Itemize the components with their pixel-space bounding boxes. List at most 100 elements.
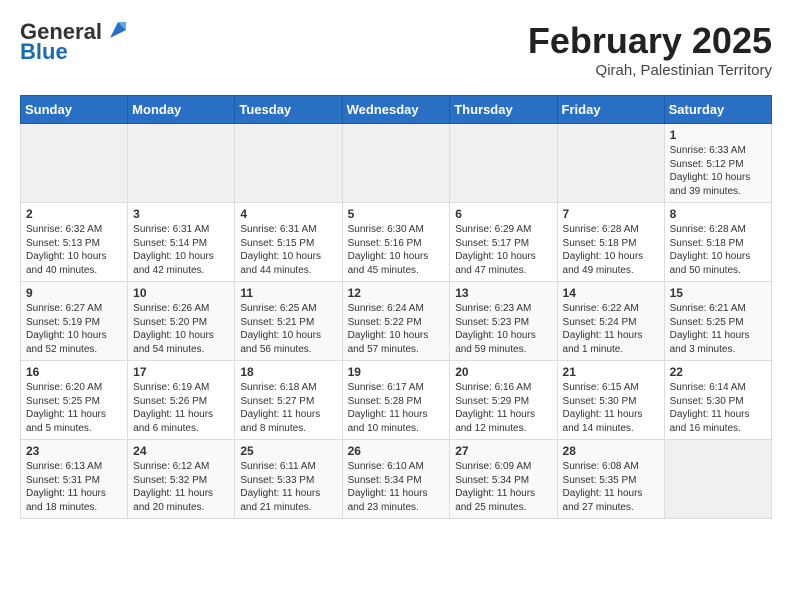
day-content: Sunrise: 6:24 AM Sunset: 5:22 PM Dayligh… xyxy=(348,302,445,356)
calendar-cell: 6Sunrise: 6:29 AM Sunset: 5:17 PM Daylig… xyxy=(450,203,557,282)
day-number: 23 xyxy=(26,444,122,458)
calendar-cell xyxy=(128,124,235,203)
day-content: Sunrise: 6:14 AM Sunset: 5:30 PM Dayligh… xyxy=(670,381,766,435)
day-number: 3 xyxy=(133,207,229,221)
day-content: Sunrise: 6:16 AM Sunset: 5:29 PM Dayligh… xyxy=(455,381,551,435)
day-content: Sunrise: 6:33 AM Sunset: 5:12 PM Dayligh… xyxy=(670,144,766,198)
weekday-header-wednesday: Wednesday xyxy=(342,96,450,124)
day-number: 28 xyxy=(563,444,659,458)
day-content: Sunrise: 6:31 AM Sunset: 5:14 PM Dayligh… xyxy=(133,223,229,277)
calendar-cell: 16Sunrise: 6:20 AM Sunset: 5:25 PM Dayli… xyxy=(21,361,128,440)
month-year-title: February 2025 xyxy=(528,20,772,62)
calendar-cell xyxy=(450,124,557,203)
day-number: 21 xyxy=(563,365,659,379)
day-number: 1 xyxy=(670,128,766,142)
calendar-week-row: 9 Sunrise: 6:27 AM Sunset: 5:19 PM Daylig… xyxy=(21,282,772,361)
day-number: 14 xyxy=(563,286,659,300)
day-number: 27 xyxy=(455,444,551,458)
calendar-cell: 25Sunrise: 6:11 AM Sunset: 5:33 PM Dayli… xyxy=(235,440,342,519)
day-content: Sunrise: 6:23 AM Sunset: 5:23 PM Dayligh… xyxy=(455,302,551,356)
calendar-week-row: 23 Sunrise: 6:13 AM Sunset: 5:31 PM Dayli… xyxy=(21,440,772,519)
day-content: Sunrise: 6:15 AM Sunset: 5:30 PM Dayligh… xyxy=(563,381,659,435)
calendar-cell xyxy=(664,440,771,519)
weekday-header-saturday: Saturday xyxy=(664,96,771,124)
day-content: Sunrise: 6:18 AM Sunset: 5:27 PM Dayligh… xyxy=(240,381,336,435)
day-content: Sunrise: 6:22 AM Sunset: 5:24 PM Dayligh… xyxy=(563,302,659,356)
calendar-cell xyxy=(557,124,664,203)
calendar-cell: 27 Sunrise: 6:09 AM Sunset: 5:34 PM Dayli… xyxy=(450,440,557,519)
day-number: 10 xyxy=(133,286,229,300)
weekday-header-thursday: Thursday xyxy=(450,96,557,124)
calendar-cell: 17Sunrise: 6:19 AM Sunset: 5:26 PM Dayli… xyxy=(128,361,235,440)
day-content: Sunrise: 6:12 AM Sunset: 5:32 PM Dayligh… xyxy=(133,460,229,514)
weekday-header-friday: Friday xyxy=(557,96,664,124)
calendar-cell: 20 Sunrise: 6:16 AM Sunset: 5:29 PM Dayli… xyxy=(450,361,557,440)
day-number: 8 xyxy=(670,207,766,221)
day-content: Sunrise: 6:31 AM Sunset: 5:15 PM Dayligh… xyxy=(240,223,336,277)
day-number: 4 xyxy=(240,207,336,221)
day-content: Sunrise: 6:17 AM Sunset: 5:28 PM Dayligh… xyxy=(348,381,445,435)
title-block: February 2025 Qirah, Palestinian Territo… xyxy=(528,20,772,79)
calendar-cell: 26 Sunrise: 6:10 AM Sunset: 5:34 PM Dayli… xyxy=(342,440,450,519)
day-content: Sunrise: 6:26 AM Sunset: 5:20 PM Dayligh… xyxy=(133,302,229,356)
calendar-cell: 21 Sunrise: 6:15 AM Sunset: 5:30 PM Dayli… xyxy=(557,361,664,440)
day-number: 5 xyxy=(348,207,445,221)
calendar-week-row: 1 Sunrise: 6:33 AM Sunset: 5:12 PM Daylig… xyxy=(21,124,772,203)
day-number: 19 xyxy=(348,365,445,379)
day-content: Sunrise: 6:13 AM Sunset: 5:31 PM Dayligh… xyxy=(26,460,122,514)
day-content: Sunrise: 6:28 AM Sunset: 5:18 PM Dayligh… xyxy=(670,223,766,277)
day-content: Sunrise: 6:10 AM Sunset: 5:34 PM Dayligh… xyxy=(348,460,445,514)
calendar-cell: 23 Sunrise: 6:13 AM Sunset: 5:31 PM Dayli… xyxy=(21,440,128,519)
day-content: Sunrise: 6:08 AM Sunset: 5:35 PM Dayligh… xyxy=(563,460,659,514)
calendar-cell: 11 Sunrise: 6:25 AM Sunset: 5:21 PM Dayli… xyxy=(235,282,342,361)
day-content: Sunrise: 6:28 AM Sunset: 5:18 PM Dayligh… xyxy=(563,223,659,277)
day-number: 11 xyxy=(240,286,336,300)
calendar-cell: 15 Sunrise: 6:21 AM Sunset: 5:25 PM Dayli… xyxy=(664,282,771,361)
day-number: 15 xyxy=(670,286,766,300)
calendar-cell xyxy=(235,124,342,203)
calendar-cell: 8 Sunrise: 6:28 AM Sunset: 5:18 PM Daylig… xyxy=(664,203,771,282)
day-number: 13 xyxy=(455,286,551,300)
calendar-week-row: 2 Sunrise: 6:32 AM Sunset: 5:13 PM Daylig… xyxy=(21,203,772,282)
calendar-cell: 3 Sunrise: 6:31 AM Sunset: 5:14 PM Daylig… xyxy=(128,203,235,282)
day-number: 9 xyxy=(26,286,122,300)
calendar-cell: 14 Sunrise: 6:22 AM Sunset: 5:24 PM Dayli… xyxy=(557,282,664,361)
day-number: 7 xyxy=(563,207,659,221)
logo-icon xyxy=(104,16,132,44)
day-content: Sunrise: 6:32 AM Sunset: 5:13 PM Dayligh… xyxy=(26,223,122,277)
calendar-cell: 10 Sunrise: 6:26 AM Sunset: 5:20 PM Dayli… xyxy=(128,282,235,361)
day-content: Sunrise: 6:19 AM Sunset: 5:26 PM Dayligh… xyxy=(133,381,229,435)
logo: General Blue xyxy=(20,20,132,64)
calendar-cell: 2 Sunrise: 6:32 AM Sunset: 5:13 PM Daylig… xyxy=(21,203,128,282)
calendar-cell: 12 Sunrise: 6:24 AM Sunset: 5:22 PM Dayli… xyxy=(342,282,450,361)
day-number: 2 xyxy=(26,207,122,221)
day-number: 26 xyxy=(348,444,445,458)
day-content: Sunrise: 6:30 AM Sunset: 5:16 PM Dayligh… xyxy=(348,223,445,277)
day-number: 12 xyxy=(348,286,445,300)
day-number: 22 xyxy=(670,365,766,379)
calendar-cell: 19 Sunrise: 6:17 AM Sunset: 5:28 PM Dayli… xyxy=(342,361,450,440)
calendar-cell: 18 Sunrise: 6:18 AM Sunset: 5:27 PM Dayli… xyxy=(235,361,342,440)
day-content: Sunrise: 6:25 AM Sunset: 5:21 PM Dayligh… xyxy=(240,302,336,356)
day-number: 16 xyxy=(26,365,122,379)
calendar-cell xyxy=(21,124,128,203)
calendar-cell: 7 Sunrise: 6:28 AM Sunset: 5:18 PM Daylig… xyxy=(557,203,664,282)
day-number: 24 xyxy=(133,444,229,458)
calendar-cell: 22 Sunrise: 6:14 AM Sunset: 5:30 PM Dayli… xyxy=(664,361,771,440)
weekday-header-monday: Monday xyxy=(128,96,235,124)
calendar-cell: 28 Sunrise: 6:08 AM Sunset: 5:35 PM Dayli… xyxy=(557,440,664,519)
location-subtitle: Qirah, Palestinian Territory xyxy=(528,62,772,79)
calendar-cell: 9 Sunrise: 6:27 AM Sunset: 5:19 PM Daylig… xyxy=(21,282,128,361)
calendar-week-row: 16Sunrise: 6:20 AM Sunset: 5:25 PM Dayli… xyxy=(21,361,772,440)
day-content: Sunrise: 6:21 AM Sunset: 5:25 PM Dayligh… xyxy=(670,302,766,356)
day-number: 18 xyxy=(240,365,336,379)
calendar-cell: 24 Sunrise: 6:12 AM Sunset: 5:32 PM Dayli… xyxy=(128,440,235,519)
day-number: 20 xyxy=(455,365,551,379)
day-content: Sunrise: 6:09 AM Sunset: 5:34 PM Dayligh… xyxy=(455,460,551,514)
calendar-cell: 5 Sunrise: 6:30 AM Sunset: 5:16 PM Daylig… xyxy=(342,203,450,282)
day-content: Sunrise: 6:11 AM Sunset: 5:33 PM Dayligh… xyxy=(240,460,336,514)
calendar-table: SundayMondayTuesdayWednesdayThursdayFrid… xyxy=(20,95,772,519)
day-number: 6 xyxy=(455,207,551,221)
day-content: Sunrise: 6:27 AM Sunset: 5:19 PM Dayligh… xyxy=(26,302,122,356)
page-header: General Blue February 2025 Qirah, Palest… xyxy=(20,20,772,79)
